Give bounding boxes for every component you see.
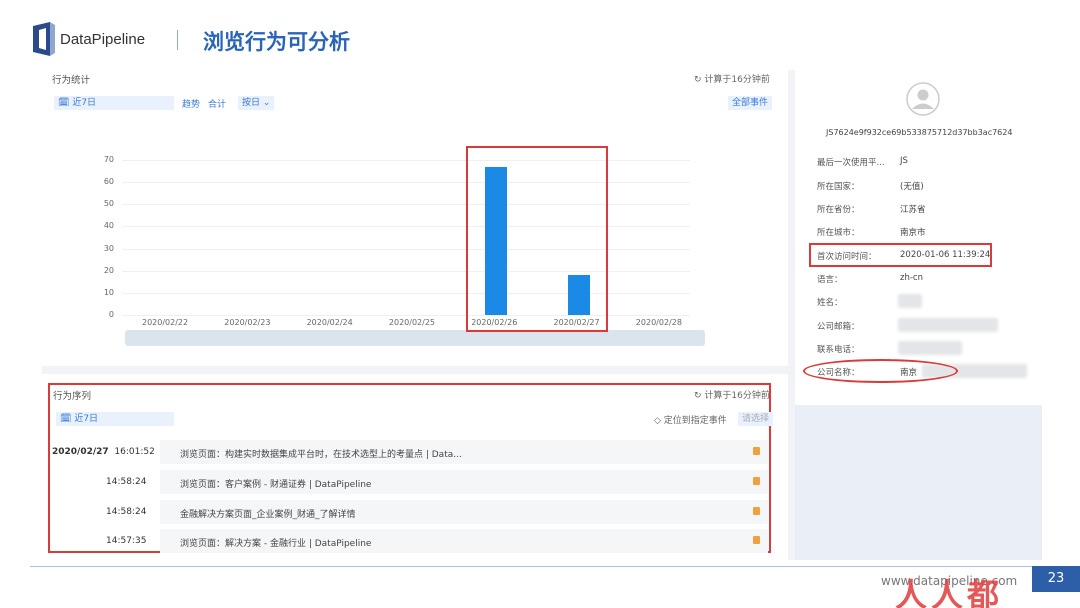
redacted-value bbox=[898, 318, 998, 332]
refresh-icon[interactable]: ↻ bbox=[694, 75, 702, 85]
bar-chart: 70 60 50 40 30 20 10 0 2020/02/22 2020/02/23 2020/… bbox=[100, 150, 700, 330]
profile-field-label: 语言： bbox=[817, 275, 843, 285]
event-type-icon bbox=[753, 536, 760, 544]
event-type-icon bbox=[753, 447, 760, 455]
profile-field-value: 江苏省 bbox=[900, 205, 926, 215]
refresh-icon[interactable]: ↻ bbox=[694, 391, 702, 401]
event-timestamp: 14:58:24 bbox=[106, 477, 147, 487]
profile-field-value: 南京市 bbox=[900, 228, 926, 238]
brand-name: DataPipeline bbox=[60, 31, 146, 48]
x-tick-label: 2020/02/22 bbox=[142, 318, 189, 327]
company-highlight-ellipse bbox=[803, 359, 958, 383]
granularity-select[interactable]: 按日 ⌄ bbox=[238, 96, 275, 110]
sequence-title: 行为序列 bbox=[53, 391, 92, 402]
profile-field-label: 最后一次使用平... bbox=[817, 158, 885, 168]
x-tick-label: 2020/02/23 bbox=[224, 318, 271, 327]
event-timestamp: 2020/02/27 16:01:52 bbox=[52, 447, 155, 457]
sequence-computed-time: ↻ 计算于16分钟前 bbox=[694, 391, 770, 401]
profile-field-label: 所在城市： bbox=[817, 228, 860, 238]
y-tick-label: 10 bbox=[103, 287, 114, 297]
event-text: 浏览页面：构建实时数据集成平台时，在技术选型上的考量点 | Data... bbox=[180, 450, 462, 460]
profile-field-label: 公司邮箱： bbox=[817, 322, 860, 332]
profile-id: JS7624e9f932ce69b533875712d37bb3ac7624 bbox=[826, 128, 1013, 137]
profile-field-label: 联系电话： bbox=[817, 345, 860, 355]
chevron-down-icon: ⌄ bbox=[262, 98, 271, 108]
page-title: 浏览行为可分析 bbox=[203, 30, 350, 54]
profile-panel-footer bbox=[795, 405, 1042, 560]
profile-field-label: 姓名： bbox=[817, 298, 843, 308]
header-separator bbox=[177, 30, 178, 50]
page-number: 23 bbox=[1032, 566, 1080, 592]
calendar-icon: 🗓 bbox=[58, 98, 70, 108]
first-visit-highlight bbox=[809, 243, 992, 267]
event-select[interactable]: 请选择 bbox=[738, 412, 774, 426]
highlight-box bbox=[466, 146, 608, 332]
sequence-highlight-box bbox=[48, 383, 771, 553]
redacted-value bbox=[898, 341, 962, 355]
event-timestamp: 14:58:24 bbox=[106, 507, 147, 517]
avatar-icon bbox=[906, 82, 940, 116]
y-tick-label: 30 bbox=[103, 243, 114, 253]
profile-field-label: 所在国家： bbox=[817, 182, 860, 192]
stats-date-range[interactable]: 🗓 近7日 bbox=[54, 96, 174, 110]
profile-field-value: JS bbox=[900, 156, 908, 166]
y-tick-label: 70 bbox=[103, 155, 114, 164]
y-tick-label: 50 bbox=[103, 199, 114, 209]
locate-event[interactable]: ◇ 定位到指定事件 bbox=[654, 413, 727, 426]
section-divider bbox=[42, 366, 788, 374]
profile-field-label: 所在省份： bbox=[817, 205, 860, 215]
total-toggle[interactable]: 合计 bbox=[208, 97, 226, 110]
profile-field-value: zh-cn bbox=[900, 273, 923, 283]
event-type-icon bbox=[753, 477, 760, 485]
event-type-icon bbox=[753, 507, 760, 515]
panel-divider bbox=[788, 70, 795, 560]
event-text: 浏览页面：客户案例 - 财通证券 | DataPipeline bbox=[180, 480, 372, 490]
datapipeline-logo-icon bbox=[33, 22, 55, 56]
chart-zoom-slider[interactable] bbox=[125, 330, 705, 346]
locate-icon: ◇ bbox=[654, 416, 661, 426]
stats-title: 行为统计 bbox=[52, 75, 91, 86]
y-tick-label: 60 bbox=[103, 177, 114, 187]
stats-computed-time: ↻ 计算于16分钟前 bbox=[694, 75, 770, 85]
footer-line bbox=[30, 566, 1080, 567]
calendar-icon: 🗓 bbox=[60, 414, 72, 424]
x-tick-label: 2020/02/24 bbox=[306, 318, 353, 327]
x-tick-label: 2020/02/28 bbox=[635, 318, 682, 327]
y-tick-label: 20 bbox=[103, 265, 114, 275]
event-text: 浏览页面：解决方案 - 金融行业 | DataPipeline bbox=[180, 539, 372, 549]
y-tick-label: 40 bbox=[103, 221, 114, 231]
trend-toggle[interactable]: 趋势 bbox=[182, 97, 200, 110]
all-events-button[interactable]: 全部事件 bbox=[728, 96, 773, 110]
watermark: 人人都 bbox=[895, 576, 1004, 608]
event-text: 金融解决方案页面_企业案例_财通_了解详情 bbox=[180, 510, 356, 520]
profile-field-value: (无值) bbox=[900, 182, 924, 192]
sequence-date-range[interactable]: 🗓 近7日 bbox=[56, 412, 174, 426]
x-tick-label: 2020/02/25 bbox=[388, 318, 435, 327]
redacted-value bbox=[898, 294, 922, 308]
y-tick-label: 0 bbox=[108, 310, 114, 319]
event-timestamp: 14:57:35 bbox=[106, 536, 147, 546]
